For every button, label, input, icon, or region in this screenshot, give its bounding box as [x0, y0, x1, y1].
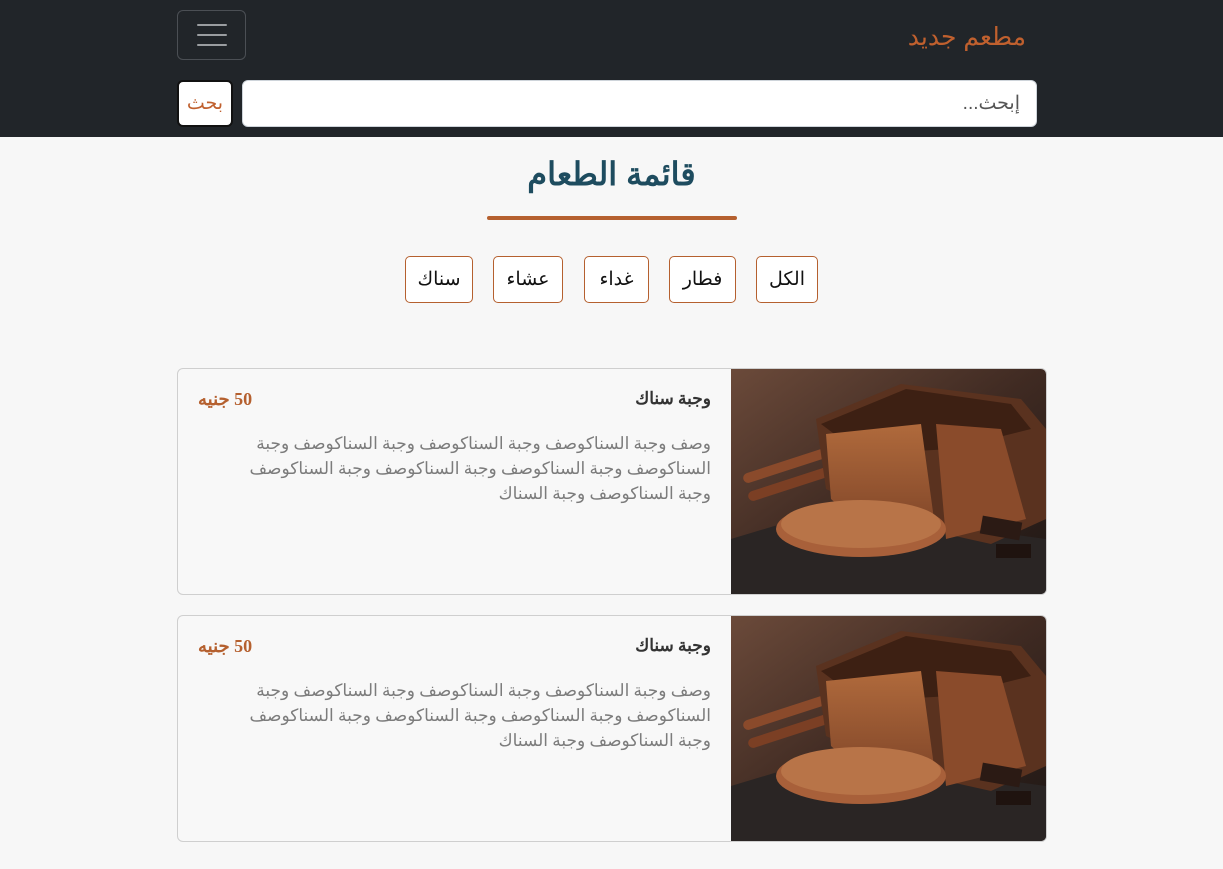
filter-all-button[interactable]: الكل — [756, 256, 818, 303]
menu-item-card[interactable]: وجبة سناك 50 جنيه وصف وجبة السناكوصف وجب… — [177, 368, 1047, 595]
hamburger-icon-line — [196, 34, 227, 36]
hamburger-icon-line — [196, 44, 227, 46]
filter-lunch-button[interactable]: غداء — [584, 256, 649, 303]
item-name: وجبة سناك — [635, 636, 711, 655]
item-price: 50 جنيه — [198, 389, 253, 409]
search-button[interactable]: بحث — [177, 80, 233, 127]
search-input[interactable] — [242, 80, 1037, 127]
brand-logo-text[interactable]: مطعم جديد — [908, 20, 1026, 54]
item-name: وجبة سناك — [635, 389, 711, 408]
navbar: مطعم جديد بحث — [0, 0, 1223, 137]
hamburger-icon-line — [196, 24, 227, 26]
item-price: 50 جنيه — [198, 636, 253, 656]
filter-dinner-button[interactable]: عشاء — [493, 256, 563, 303]
item-description: وصف وجبة السناكوصف وجبة السناكوصف وجبة ا… — [249, 681, 711, 750]
menu-toggle-button[interactable] — [177, 10, 246, 60]
chocolate-cake-image — [731, 616, 1046, 841]
filter-snack-button[interactable]: سناك — [405, 256, 473, 303]
item-description: وصف وجبة السناكوصف وجبة السناكوصف وجبة ا… — [249, 434, 711, 503]
chocolate-cake-image — [731, 369, 1046, 594]
menu-item-card[interactable]: وجبة سناك 50 جنيه وصف وجبة السناكوصف وجب… — [177, 615, 1047, 842]
page-title: قائمة الطعام — [527, 156, 696, 192]
filter-breakfast-button[interactable]: فطار — [669, 256, 736, 303]
title-underline — [487, 216, 737, 220]
